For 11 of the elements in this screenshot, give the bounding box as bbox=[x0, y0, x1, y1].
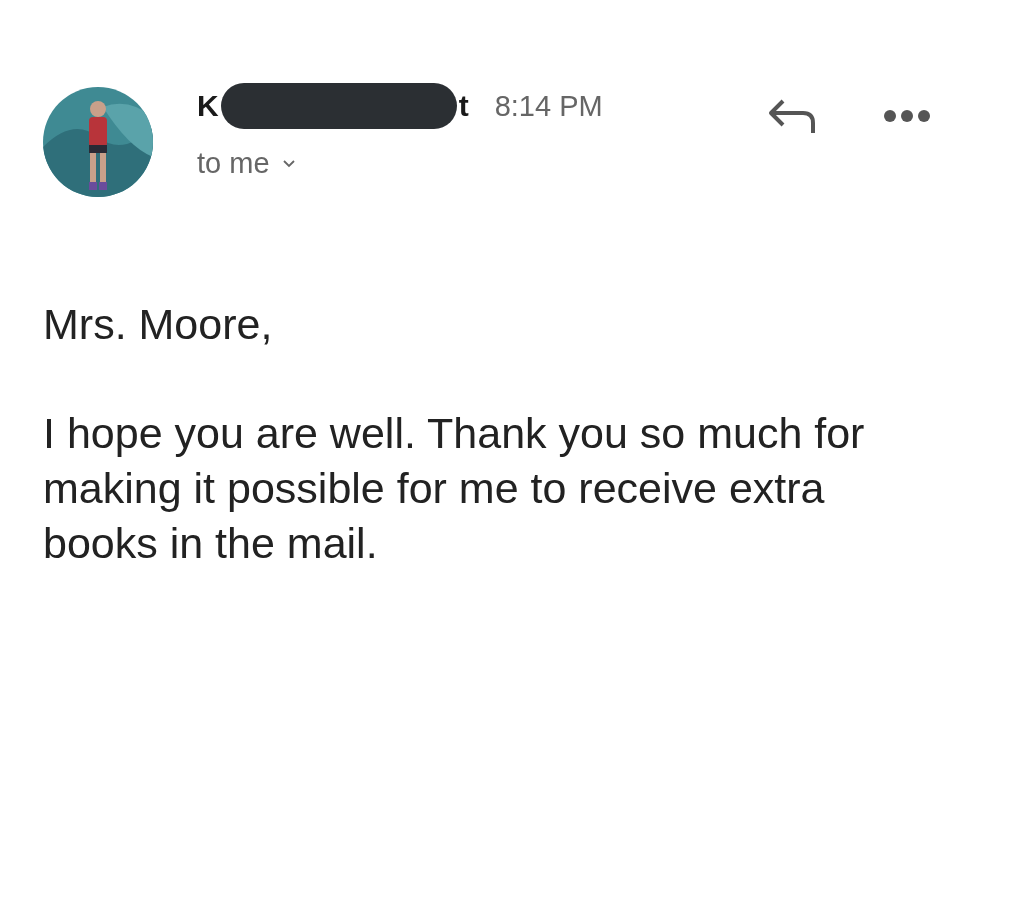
more-button[interactable] bbox=[883, 109, 931, 123]
greeting-text: Mrs. Moore, bbox=[43, 299, 274, 350]
body-paragraph: I hope you are well. Thank you so much for making it possible for me to receive extra books in the mail. bbox=[43, 408, 866, 569]
more-icon bbox=[883, 109, 931, 123]
sender-name: t bbox=[458, 89, 469, 123]
reply-icon bbox=[767, 97, 817, 135]
sender-name: K bbox=[197, 89, 219, 123]
recipient-toggle[interactable]: to me bbox=[197, 147, 296, 180]
reply-button[interactable] bbox=[767, 97, 817, 135]
time-label: 8:14 PM bbox=[494, 89, 603, 123]
chevron-icon bbox=[281, 158, 296, 169]
